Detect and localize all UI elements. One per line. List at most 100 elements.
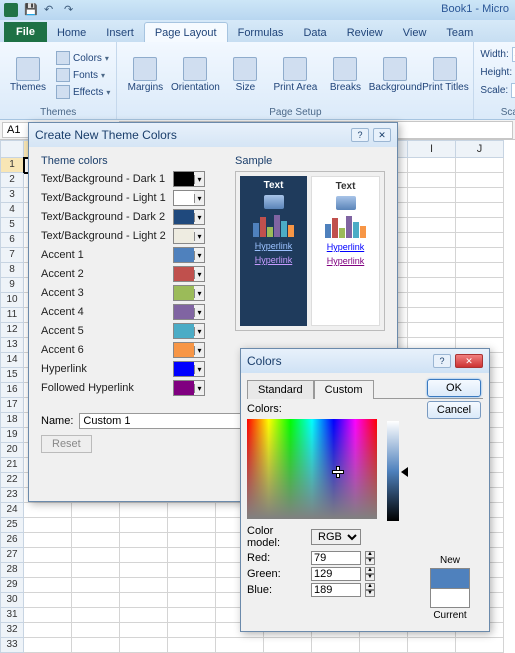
cell[interactable] bbox=[168, 593, 216, 608]
cell[interactable] bbox=[24, 503, 72, 518]
row-header-11[interactable]: 11 bbox=[0, 308, 24, 323]
color-swatch-button[interactable]: ▾ bbox=[173, 361, 205, 377]
cell[interactable] bbox=[24, 578, 72, 593]
cell[interactable] bbox=[72, 638, 120, 653]
cell[interactable] bbox=[120, 518, 168, 533]
row-header-30[interactable]: 30 bbox=[0, 593, 24, 608]
row-header-6[interactable]: 6 bbox=[0, 233, 24, 248]
color-picker[interactable] bbox=[247, 419, 377, 519]
cell[interactable] bbox=[408, 203, 456, 218]
color-swatch-button[interactable]: ▾ bbox=[173, 342, 205, 358]
red-input[interactable] bbox=[311, 551, 361, 565]
reset-button[interactable]: Reset bbox=[41, 435, 92, 453]
cell[interactable] bbox=[72, 623, 120, 638]
row-header-9[interactable]: 9 bbox=[0, 278, 24, 293]
help-button[interactable]: ? bbox=[351, 128, 369, 142]
cell[interactable] bbox=[168, 578, 216, 593]
row-header-24[interactable]: 24 bbox=[0, 503, 24, 518]
cell[interactable] bbox=[120, 623, 168, 638]
row-header-4[interactable]: 4 bbox=[0, 203, 24, 218]
color-swatch-button[interactable]: ▾ bbox=[173, 247, 205, 263]
help-button[interactable]: ? bbox=[433, 354, 451, 368]
cell[interactable] bbox=[456, 308, 504, 323]
row-header-12[interactable]: 12 bbox=[0, 323, 24, 338]
row-header-20[interactable]: 20 bbox=[0, 443, 24, 458]
save-icon[interactable]: 💾 bbox=[24, 3, 38, 17]
cell[interactable] bbox=[24, 593, 72, 608]
cell[interactable] bbox=[72, 593, 120, 608]
cell[interactable] bbox=[24, 518, 72, 533]
tab-standard[interactable]: Standard bbox=[247, 380, 314, 399]
cell[interactable] bbox=[168, 608, 216, 623]
cancel-button[interactable]: Cancel bbox=[427, 401, 481, 419]
row-header-31[interactable]: 31 bbox=[0, 608, 24, 623]
cell[interactable] bbox=[168, 533, 216, 548]
cell[interactable] bbox=[408, 248, 456, 263]
cell[interactable] bbox=[168, 563, 216, 578]
column-header-I[interactable]: I bbox=[408, 140, 456, 158]
cell[interactable] bbox=[168, 503, 216, 518]
cell[interactable] bbox=[456, 158, 504, 173]
cell[interactable] bbox=[408, 323, 456, 338]
tab-view[interactable]: View bbox=[393, 23, 437, 42]
red-up[interactable]: ▲ bbox=[365, 551, 375, 558]
color-swatch-button[interactable]: ▾ bbox=[173, 323, 205, 339]
cell[interactable] bbox=[168, 518, 216, 533]
cell[interactable] bbox=[456, 248, 504, 263]
cell[interactable] bbox=[312, 638, 360, 653]
cell[interactable] bbox=[408, 233, 456, 248]
blue-down[interactable]: ▼ bbox=[365, 590, 375, 597]
cell[interactable] bbox=[120, 548, 168, 563]
blue-input[interactable] bbox=[311, 583, 361, 597]
cell[interactable] bbox=[408, 638, 456, 653]
tab-team[interactable]: Team bbox=[436, 23, 483, 42]
green-input[interactable] bbox=[311, 567, 361, 581]
margins-button[interactable]: Margins bbox=[121, 44, 169, 106]
cell[interactable] bbox=[408, 173, 456, 188]
cell[interactable] bbox=[72, 518, 120, 533]
cell[interactable] bbox=[168, 638, 216, 653]
color-swatch-button[interactable]: ▾ bbox=[173, 304, 205, 320]
tab-page-layout[interactable]: Page Layout bbox=[144, 22, 228, 42]
row-header-23[interactable]: 23 bbox=[0, 488, 24, 503]
color-swatch-button[interactable]: ▾ bbox=[173, 285, 205, 301]
cell[interactable] bbox=[24, 638, 72, 653]
row-header-2[interactable]: 2 bbox=[0, 173, 24, 188]
colors-dialog-titlebar[interactable]: Colors ? ✕ bbox=[241, 349, 489, 373]
size-button[interactable]: Size bbox=[221, 44, 269, 106]
theme-dialog-titlebar[interactable]: Create New Theme Colors ? ✕ bbox=[29, 123, 397, 147]
ok-button[interactable]: OK bbox=[427, 379, 481, 397]
row-header-16[interactable]: 16 bbox=[0, 383, 24, 398]
red-down[interactable]: ▼ bbox=[365, 558, 375, 565]
cell[interactable] bbox=[408, 218, 456, 233]
row-header-25[interactable]: 25 bbox=[0, 518, 24, 533]
cell[interactable] bbox=[456, 233, 504, 248]
tab-data[interactable]: Data bbox=[293, 23, 336, 42]
luminance-arrow-icon[interactable] bbox=[401, 467, 408, 477]
row-header-22[interactable]: 22 bbox=[0, 473, 24, 488]
row-header-10[interactable]: 10 bbox=[0, 293, 24, 308]
row-header-18[interactable]: 18 bbox=[0, 413, 24, 428]
effects-dropdown[interactable]: Effects▾ bbox=[54, 84, 112, 100]
close-button[interactable]: ✕ bbox=[373, 128, 391, 142]
cell[interactable] bbox=[72, 563, 120, 578]
cell[interactable] bbox=[120, 533, 168, 548]
row-header-32[interactable]: 32 bbox=[0, 623, 24, 638]
tab-home[interactable]: Home bbox=[47, 23, 96, 42]
cell[interactable] bbox=[456, 173, 504, 188]
row-header-7[interactable]: 7 bbox=[0, 248, 24, 263]
cell[interactable] bbox=[456, 278, 504, 293]
cell[interactable] bbox=[120, 593, 168, 608]
column-header-J[interactable]: J bbox=[456, 140, 504, 158]
cell[interactable] bbox=[408, 278, 456, 293]
cell[interactable] bbox=[360, 638, 408, 653]
cell[interactable] bbox=[72, 503, 120, 518]
row-header-28[interactable]: 28 bbox=[0, 563, 24, 578]
cell[interactable] bbox=[24, 623, 72, 638]
row-header-14[interactable]: 14 bbox=[0, 353, 24, 368]
tab-custom[interactable]: Custom bbox=[314, 380, 374, 399]
row-header-3[interactable]: 3 bbox=[0, 188, 24, 203]
close-button[interactable]: ✕ bbox=[455, 354, 483, 368]
cell[interactable] bbox=[168, 623, 216, 638]
color-swatch-button[interactable]: ▾ bbox=[173, 228, 205, 244]
